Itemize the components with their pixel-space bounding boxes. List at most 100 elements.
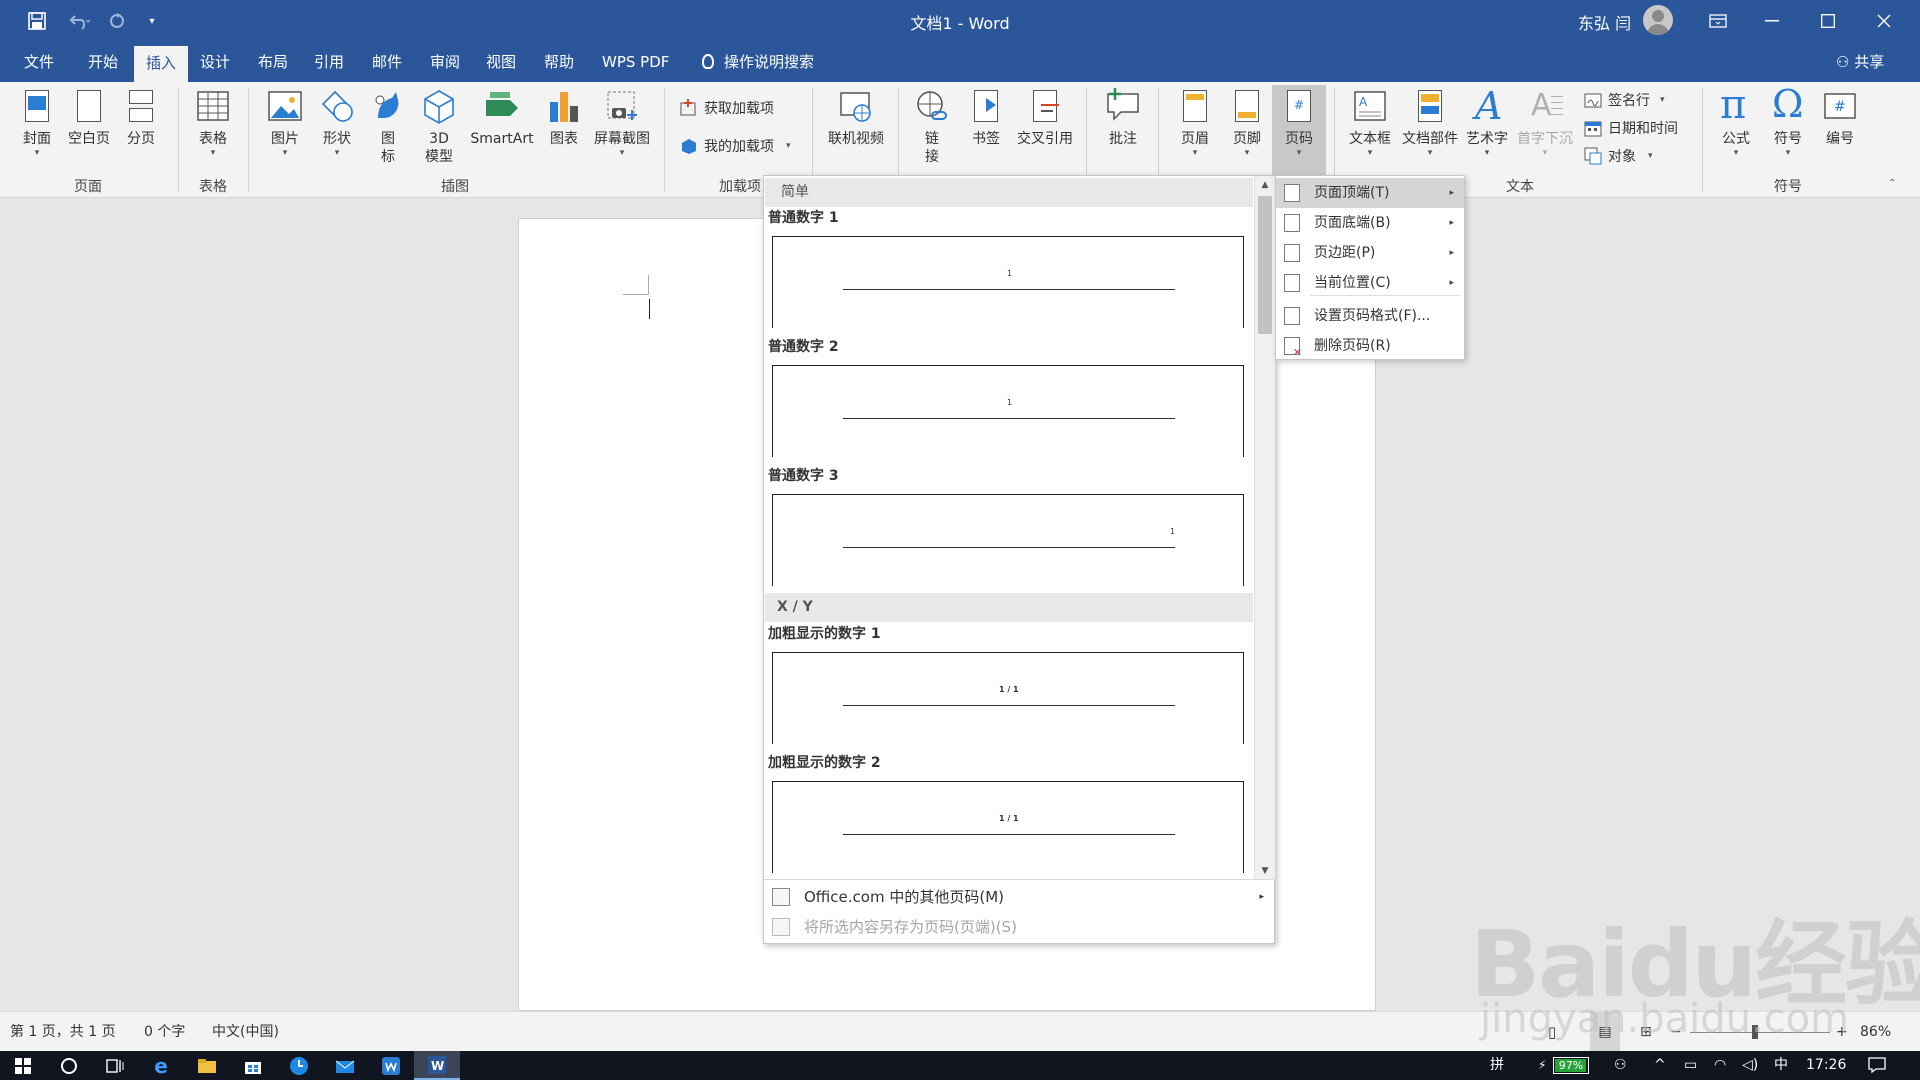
link-button[interactable]: 链 接 (910, 88, 954, 166)
menu-item-bottom-of-page[interactable]: 页面底端(B) ▸ (1276, 208, 1464, 238)
page-count-status[interactable]: 第 1 页，共 1 页 (10, 1012, 116, 1052)
gallery-item-plain-number-1[interactable]: 1 (772, 236, 1244, 328)
people-icon[interactable]: ⚇ (1614, 1051, 1627, 1080)
tab-review[interactable]: 审阅 (418, 42, 472, 82)
word-app-icon[interactable]: W (414, 1051, 460, 1080)
3d-models-button[interactable]: 3D 模型 (416, 88, 462, 166)
get-addins-button[interactable]: 获取加载项 (680, 98, 774, 118)
file-explorer-icon[interactable] (184, 1051, 230, 1080)
store-icon[interactable] (230, 1051, 276, 1080)
language-status[interactable]: 中文(中国) (212, 1012, 279, 1052)
signature-line-button[interactable]: 签名行 ▾ (1584, 90, 1665, 110)
read-mode-icon[interactable]: ▯ (1548, 1012, 1556, 1052)
battery-tray-icon[interactable]: ▭ (1684, 1051, 1697, 1080)
maximize-icon[interactable] (1800, 0, 1856, 42)
tab-insert[interactable]: 插入 (134, 46, 189, 82)
zoom-level[interactable]: 86% (1860, 1012, 1891, 1052)
scroll-thumb[interactable] (1258, 196, 1272, 334)
smartart-button[interactable]: SmartArt (468, 88, 536, 148)
tab-references[interactable]: 引用 (302, 42, 356, 82)
gallery-item-bold-number-2[interactable]: 1 / 1 (772, 781, 1244, 873)
menu-item-page-margins[interactable]: 页边距(P) ▸ (1276, 238, 1464, 268)
word-count-status[interactable]: 0 个字 (144, 1012, 185, 1052)
task-view-icon[interactable] (92, 1051, 138, 1080)
blank-page-button[interactable]: 空白页 (64, 88, 114, 148)
tell-me-search[interactable]: 操作说明搜索 (690, 42, 826, 82)
header-button[interactable]: 页眉 ▾ (1172, 88, 1218, 158)
bookmark-button[interactable]: 书签 (964, 88, 1008, 148)
tab-design[interactable]: 设计 (188, 42, 242, 82)
online-video-button[interactable]: 联机视频 (822, 88, 890, 148)
my-addins-button[interactable]: 我的加载项 ▾ (680, 136, 791, 156)
mail-icon[interactable] (322, 1051, 368, 1080)
cross-reference-button[interactable]: 交叉引用 (1012, 88, 1078, 148)
tab-mailings[interactable]: 邮件 (360, 42, 414, 82)
windows-start-icon[interactable] (0, 1051, 46, 1080)
user-name[interactable]: 东弘 闫 (1578, 10, 1631, 34)
ribbon-display-options-icon[interactable] (1690, 0, 1746, 42)
battery-indicator[interactable]: 97% (1553, 1057, 1589, 1074)
table-button[interactable]: 表格 ▾ (190, 88, 236, 158)
symbol-button[interactable]: Ω 符号 ▾ (1764, 82, 1812, 158)
zoom-slider-track[interactable] (1690, 1032, 1830, 1033)
show-hidden-icons-icon[interactable]: ^ (1654, 1051, 1666, 1080)
shapes-button[interactable]: 形状 ▾ (314, 88, 360, 158)
more-page-numbers-office-button[interactable]: Office.com 中的其他页码(M) ▸ (764, 882, 1274, 912)
drop-cap-button[interactable]: A 首字下沉 ▾ (1514, 88, 1576, 158)
print-layout-icon[interactable]: ▤ (1590, 1012, 1620, 1052)
quick-parts-button[interactable]: 文档部件 ▾ (1400, 88, 1460, 158)
wordart-button[interactable]: A 艺术字 ▾ (1462, 84, 1512, 158)
search-icon[interactable] (46, 1051, 92, 1080)
gallery-item-plain-number-2[interactable]: 1 (772, 365, 1244, 457)
tab-file[interactable]: 文件 (12, 42, 66, 82)
zoom-in-icon[interactable]: + (1836, 1012, 1848, 1052)
menu-item-format-page-numbers[interactable]: 设置页码格式(F)... (1276, 301, 1464, 331)
chart-button[interactable]: 图表 (542, 88, 586, 148)
redo-icon[interactable] (104, 8, 130, 34)
equation-button[interactable]: π 公式 ▾ (1712, 82, 1760, 158)
tab-view[interactable]: 视图 (474, 42, 528, 82)
wps-icon[interactable] (368, 1051, 414, 1080)
collapse-ribbon-icon[interactable]: ⌃ (1888, 178, 1896, 189)
edge-browser-icon[interactable]: e (138, 1051, 184, 1080)
menu-item-top-of-page[interactable]: 页面顶端(T) ▸ (1276, 178, 1464, 208)
minimize-icon[interactable] (1744, 0, 1800, 42)
notifications-icon[interactable] (1868, 1051, 1886, 1080)
web-layout-icon[interactable]: ⊞ (1640, 1012, 1652, 1052)
tab-help[interactable]: 帮助 (532, 42, 586, 82)
save-icon[interactable] (22, 8, 52, 34)
tab-layout[interactable]: 布局 (246, 42, 300, 82)
share-button[interactable]: ⚇ 共享 (1824, 42, 1896, 82)
menu-item-remove-page-numbers[interactable]: ✕ 删除页码(R) (1276, 331, 1464, 361)
tab-wps-pdf[interactable]: WPS PDF (590, 42, 681, 82)
date-time-button[interactable]: 日期和时间 (1584, 118, 1678, 138)
volume-icon[interactable]: ◁) (1742, 1051, 1758, 1080)
ime-mode[interactable]: 拼 (1490, 1051, 1504, 1080)
icons-button[interactable]: 图 标 (366, 88, 410, 166)
footer-button[interactable]: 页脚 ▾ (1224, 88, 1270, 158)
clock-app-icon[interactable] (276, 1051, 322, 1080)
close-icon[interactable] (1856, 0, 1912, 42)
clock[interactable]: 17:26 (1806, 1051, 1846, 1080)
cover-page-button[interactable]: 封面 ▾ (14, 88, 60, 158)
gallery-scrollbar[interactable]: ▲ ▼ (1254, 176, 1275, 880)
wifi-icon[interactable]: ◠ (1714, 1051, 1726, 1080)
customize-qat-icon[interactable]: ▾ (140, 8, 164, 34)
pictures-button[interactable]: 图片 ▾ (262, 88, 308, 158)
screenshot-button[interactable]: 屏幕截图 ▾ (590, 88, 654, 158)
number-button[interactable]: # 编号 (1816, 88, 1864, 148)
zoom-slider-thumb[interactable] (1752, 1025, 1758, 1039)
scroll-up-icon[interactable]: ▲ (1255, 176, 1275, 194)
zoom-out-icon[interactable]: − (1670, 1012, 1682, 1052)
undo-icon[interactable] (60, 8, 100, 34)
save-selection-to-gallery-button[interactable]: 将所选内容另存为页码(页端)(S) (764, 912, 1274, 942)
gallery-item-plain-number-3[interactable]: 1 (772, 494, 1244, 586)
textbox-button[interactable]: A 文本框 ▾ (1344, 88, 1396, 158)
input-language[interactable]: 中 (1774, 1051, 1788, 1080)
menu-item-current-position[interactable]: 当前位置(C) ▸ (1276, 268, 1464, 298)
scroll-down-icon[interactable]: ▼ (1255, 862, 1275, 880)
object-button[interactable]: 对象 ▾ (1584, 146, 1653, 166)
comment-button[interactable]: 批注 (1098, 88, 1148, 148)
gallery-item-bold-number-1[interactable]: 1 / 1 (772, 652, 1244, 744)
page-break-button[interactable]: 分页 (118, 88, 164, 148)
